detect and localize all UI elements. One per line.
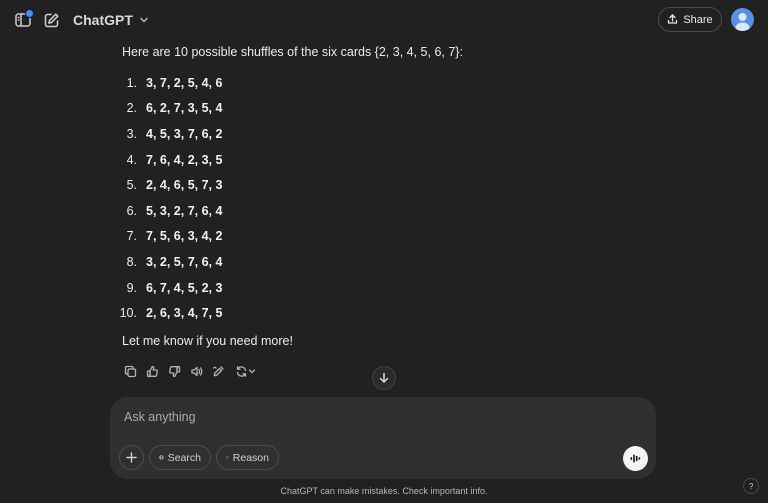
shuffle-values: 3, 2, 5, 7, 6, 4 [146,254,223,269]
list-number: 4. [126,152,137,167]
notification-dot [25,9,34,18]
read-aloud-icon [191,366,203,376]
voice-mode-button[interactable] [623,446,648,471]
list-item: 10. 2, 6, 3, 4, 7, 5 [120,300,642,326]
list-item: 3. 4, 5, 3, 7, 6, 2 [122,121,642,147]
list-number: 1. [126,75,137,90]
bad-response-button[interactable] [166,363,183,380]
edit-canvas-icon [212,365,224,376]
shuffle-values: 6, 7, 4, 5, 2, 3 [146,280,223,295]
copy-button[interactable] [122,363,139,380]
assistant-message: Here are 10 possible shuffles of the six… [120,44,642,326]
list-number: 10. [119,306,137,321]
list-item: 6. 5, 3, 2, 7, 6, 4 [122,198,642,224]
model-name: ChatGPT [73,12,133,28]
thumbs-down-icon [169,365,181,377]
disclaimer: ChatGPT can make mistakes. Check importa… [280,486,488,496]
list-item: 4. 7, 6, 4, 2, 3, 5 [122,147,642,173]
list-item: 9. 6, 7, 4, 5, 2, 3 [122,275,642,301]
voice-waveform-icon [630,454,641,463]
shuffle-values: 6, 2, 7, 3, 5, 4 [146,101,223,116]
list-number: 8. [126,254,137,269]
message-outro: Let me know if you need more! [122,334,293,348]
help-button[interactable]: ? [743,478,759,494]
list-number: 2. [126,101,137,116]
shuffle-list: 1. 3, 7, 2, 5, 4, 6 2. 6, 2, 7, 3, 5, 4 3.… [120,70,642,326]
top-bar: ChatGPT Share [0,0,768,40]
list-item: 7. 7, 5, 6, 3, 4, 2 [122,224,642,250]
user-icon [735,13,750,31]
scroll-to-bottom-button[interactable] [372,366,396,390]
list-item: 5. 2, 4, 6, 5, 7, 3 [122,172,642,198]
new-chat-icon [44,12,59,27]
shuffle-values: 4, 5, 3, 7, 6, 2 [146,126,223,141]
attach-button[interactable] [119,445,144,470]
share-icon [668,14,678,24]
sidebar-toggle-button[interactable] [11,8,35,32]
list-number: 5. [126,178,137,193]
shuffle-values: 7, 6, 4, 2, 3, 5 [146,152,223,167]
regenerate-icon [236,365,246,377]
copy-icon [124,365,137,377]
reason-label: Reason [232,451,269,464]
search-label: Search [167,451,201,464]
read-aloud-button[interactable] [188,363,205,380]
list-item: 2. 6, 2, 7, 3, 5, 4 [122,96,642,122]
share-label: Share [683,13,713,26]
shuffle-values: 5, 3, 2, 7, 6, 4 [146,203,223,218]
list-number: 6. [126,203,137,218]
avatar[interactable] [731,8,754,31]
chevron-down-icon [140,17,148,23]
shuffle-values: 7, 5, 6, 3, 4, 2 [146,229,223,244]
good-response-button[interactable] [144,363,161,380]
thumbs-up-icon [146,365,158,377]
list-number: 7. [126,229,137,244]
list-item: 1. 3, 7, 2, 5, 4, 6 [122,70,642,96]
reason-button[interactable]: Reason [216,445,279,470]
lightbulb-icon [226,456,229,459]
shuffle-values: 3, 7, 2, 5, 4, 6 [146,75,223,90]
composer: Search Reason [110,397,656,479]
chevron-down-icon [248,369,255,374]
shuffle-values: 2, 6, 3, 4, 7, 5 [146,306,223,321]
plus-icon [126,452,137,463]
share-button[interactable]: Share [658,7,722,32]
edit-in-canvas-button[interactable] [210,363,227,380]
prompt-input[interactable] [122,407,606,427]
message-actions [122,362,258,380]
model-switcher[interactable]: ChatGPT [73,9,149,31]
globe-icon [159,455,164,460]
list-number: 9. [126,280,137,295]
shuffle-values: 2, 4, 6, 5, 7, 3 [146,178,223,193]
search-button[interactable]: Search [149,445,211,470]
list-number: 3. [126,126,137,141]
message-intro: Here are 10 possible shuffles of the six… [122,45,463,59]
list-item: 8. 3, 2, 5, 7, 6, 4 [122,249,642,275]
regenerate-button[interactable] [232,363,258,380]
arrow-down-icon [379,372,389,383]
new-chat-button[interactable] [39,8,63,32]
